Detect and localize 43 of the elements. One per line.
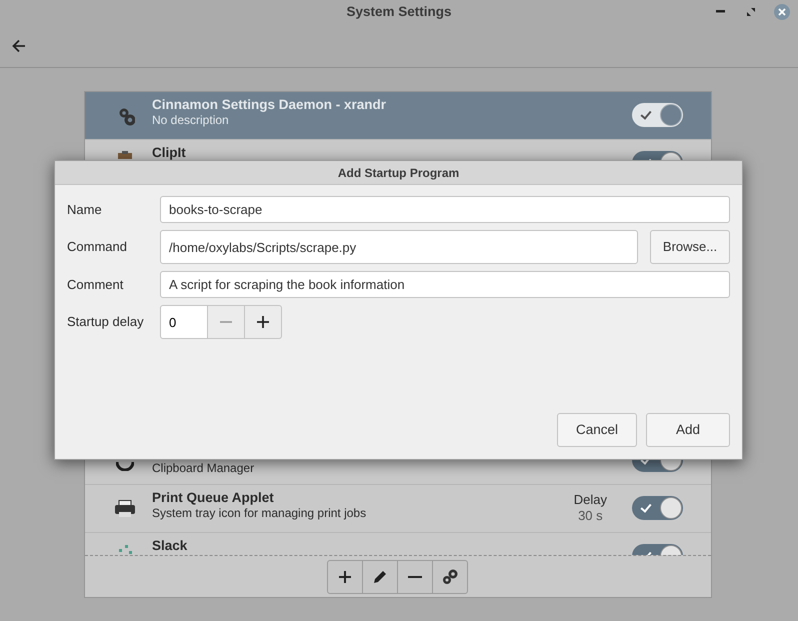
back-icon[interactable] bbox=[12, 39, 26, 53]
program-name: Cinnamon Settings Daemon - xrandr bbox=[152, 97, 388, 114]
clipboard-icon bbox=[118, 151, 132, 159]
program-description: System tray icon for managing print jobs bbox=[152, 506, 368, 521]
pencil-icon bbox=[372, 568, 388, 584]
input-field[interactable]: books-to-scrape bbox=[160, 196, 730, 223]
program-name: ClipIt bbox=[152, 145, 187, 162]
input-field[interactable]: /home/oxylabs/Scripts/scrape.py bbox=[160, 230, 638, 264]
plus-icon bbox=[257, 316, 269, 328]
close-icon[interactable] bbox=[774, 4, 790, 20]
program-description: No description bbox=[152, 113, 230, 128]
field-label: Startup delay bbox=[67, 313, 145, 332]
program-name: Print Queue Applet bbox=[152, 490, 275, 506]
toolbar-button[interactable] bbox=[432, 560, 468, 594]
printer-icon bbox=[115, 500, 135, 517]
startup-program-row[interactable]: Print Queue Applet System tray icon for managing print jobs Delay 30 s bbox=[85, 485, 711, 533]
browse-button[interactable]: Browse... bbox=[650, 230, 730, 264]
input-field[interactable]: A script for scraping the book information bbox=[160, 271, 730, 298]
dots-icon bbox=[118, 545, 132, 554]
minus-icon bbox=[220, 321, 232, 323]
program-name: Slack bbox=[152, 538, 188, 554]
field-label: Comment bbox=[67, 276, 124, 294]
field-label: Name bbox=[67, 200, 103, 219]
field-label: Command bbox=[67, 238, 128, 256]
increment-button[interactable] bbox=[245, 305, 282, 339]
toolbar-button[interactable] bbox=[397, 560, 433, 594]
delay-label: Delay bbox=[574, 492, 607, 508]
dialog-title: Add Startup Program bbox=[338, 164, 460, 182]
toolbar-button[interactable] bbox=[362, 560, 398, 594]
gears-icon bbox=[442, 568, 458, 584]
program-description: Clipboard Manager bbox=[152, 461, 256, 476]
maximize-icon[interactable] bbox=[747, 8, 755, 16]
plus-icon bbox=[338, 570, 352, 584]
toggle-switch[interactable] bbox=[632, 496, 683, 520]
ring-icon bbox=[116, 462, 134, 471]
delay-value: 30 s bbox=[577, 508, 604, 524]
dialog-button[interactable]: Cancel bbox=[557, 413, 637, 447]
window-title: System Settings bbox=[346, 3, 452, 22]
toggle-switch[interactable] bbox=[632, 103, 683, 127]
input-field[interactable]: 0 bbox=[160, 305, 208, 339]
minus-icon bbox=[408, 576, 422, 578]
dialog-button[interactable]: Add bbox=[646, 413, 730, 447]
toolbar-button[interactable] bbox=[327, 560, 363, 594]
